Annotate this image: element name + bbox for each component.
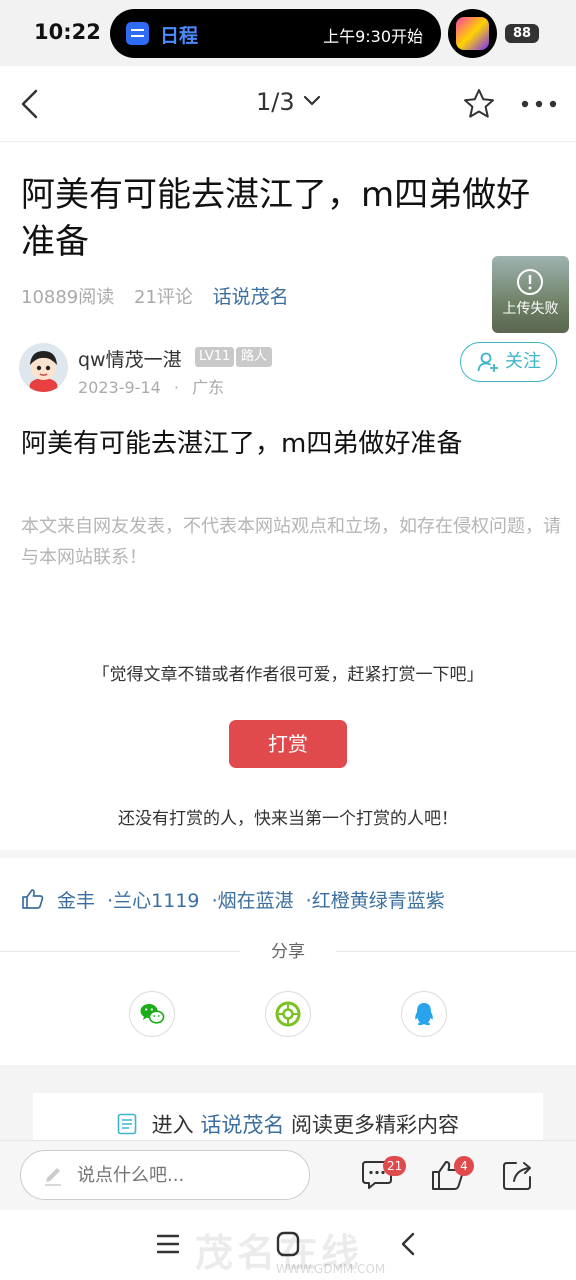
status-bar: 10:22 日程 上午9:30开始 88 [0, 0, 576, 66]
more-options-icon[interactable] [519, 92, 559, 116]
article-meta: 10889阅读 21评论 话说茂名 [21, 282, 303, 309]
alert-icon [517, 269, 543, 295]
add-user-icon [477, 352, 498, 372]
island-app-label: 日程 [160, 25, 199, 47]
share-icon[interactable] [500, 1157, 536, 1193]
chevron-down-icon[interactable] [302, 93, 322, 109]
disclaimer-text: 本文来自网友发表，不代表本网站观点和立场，如存在侵权问题，请与本网站联系！ [21, 516, 561, 568]
like-count-badge: 4 [454, 1156, 474, 1176]
list-icon [117, 1113, 137, 1135]
follow-label: 关注 [505, 351, 541, 372]
liker-name[interactable]: ·兰心1119 [107, 890, 199, 912]
follow-button[interactable]: 关注 [460, 342, 557, 382]
meta-separator: · [173, 378, 179, 397]
app-notification-icon[interactable] [448, 9, 497, 58]
thumb-up-icon [22, 889, 44, 909]
share-qq-button[interactable] [401, 991, 447, 1037]
enter-topic-link[interactable]: 话说茂名 [200, 1113, 284, 1137]
enter-prefix: 进入 [151, 1113, 194, 1137]
upload-failed-label: 上传失败 [502, 301, 559, 317]
topic-link[interactable]: 话说茂名 [213, 286, 289, 308]
battery-indicator: 88 [505, 24, 539, 43]
reward-button[interactable]: 打赏 [229, 720, 347, 768]
read-count: 10889阅读 [21, 287, 115, 308]
comment-count-badge: 21 [383, 1156, 407, 1176]
avatar[interactable] [19, 343, 68, 392]
section-divider [0, 850, 576, 858]
level-badge: LV11 [195, 347, 235, 367]
share-label: 分享 [240, 937, 336, 962]
reward-empty-text: 还没有打赏的人，快来当第一个打赏的人吧！ [118, 809, 458, 829]
status-time: 10:22 [34, 20, 101, 44]
pen-icon [45, 1168, 61, 1186]
watermark-url: WWW.GDMM.COM [276, 1262, 386, 1276]
avatar-image [19, 343, 68, 392]
article-title: 阿美有可能去湛江了，m四弟做好准备 [21, 175, 531, 262]
liker-name[interactable]: ·红橙黄绿青蓝紫 [306, 890, 445, 912]
bottom-action-bar: 21 4 [0, 1140, 576, 1210]
qq-icon [415, 1003, 433, 1026]
share-moments-button[interactable] [265, 991, 311, 1037]
liker-name[interactable]: 金丰 [57, 890, 95, 912]
enter-topic-card[interactable]: 进入 话说茂名 阅读更多精彩内容 [33, 1093, 543, 1145]
dynamic-island[interactable]: 日程 上午9:30开始 [110, 9, 441, 58]
share-wechat-button[interactable] [129, 991, 175, 1037]
author-name[interactable]: qw情茂一湛 [78, 345, 182, 372]
article-body: 阿美有可能去湛江了，m四弟做好准备 [21, 429, 463, 459]
role-badge: 路人 [236, 347, 273, 367]
upload-failed-thumbnail[interactable]: 上传失败 [492, 256, 569, 333]
post-date-location: 2023-9-14 · 广东 [78, 374, 224, 398]
system-back-icon[interactable] [398, 1231, 418, 1257]
enter-suffix: 阅读更多精彩内容 [291, 1113, 460, 1137]
likers-list: 金丰 ·兰心1119 ·烟在蓝湛 ·红橙黄绿青蓝紫 [21, 886, 445, 913]
wechat-icon [140, 1004, 165, 1024]
post-date: 2023-9-14 [78, 378, 161, 397]
back-icon[interactable] [14, 86, 50, 122]
reward-prompt: 「觉得文章不错或者作者很可爱，赶紧打赏一下吧」 [92, 665, 484, 685]
liker-name[interactable]: ·烟在蓝湛 [212, 890, 294, 912]
post-region: 广东 [192, 378, 225, 397]
top-nav: 1/3 [0, 66, 576, 142]
calendar-icon [126, 22, 149, 45]
page-indicator[interactable]: 1/3 [256, 88, 295, 116]
recent-apps-icon[interactable] [156, 1232, 180, 1256]
comment-count-text: 21评论 [134, 287, 193, 308]
favorite-star-icon[interactable] [461, 86, 497, 122]
island-event-time: 上午9:30开始 [323, 27, 423, 46]
moments-icon [275, 1001, 301, 1027]
